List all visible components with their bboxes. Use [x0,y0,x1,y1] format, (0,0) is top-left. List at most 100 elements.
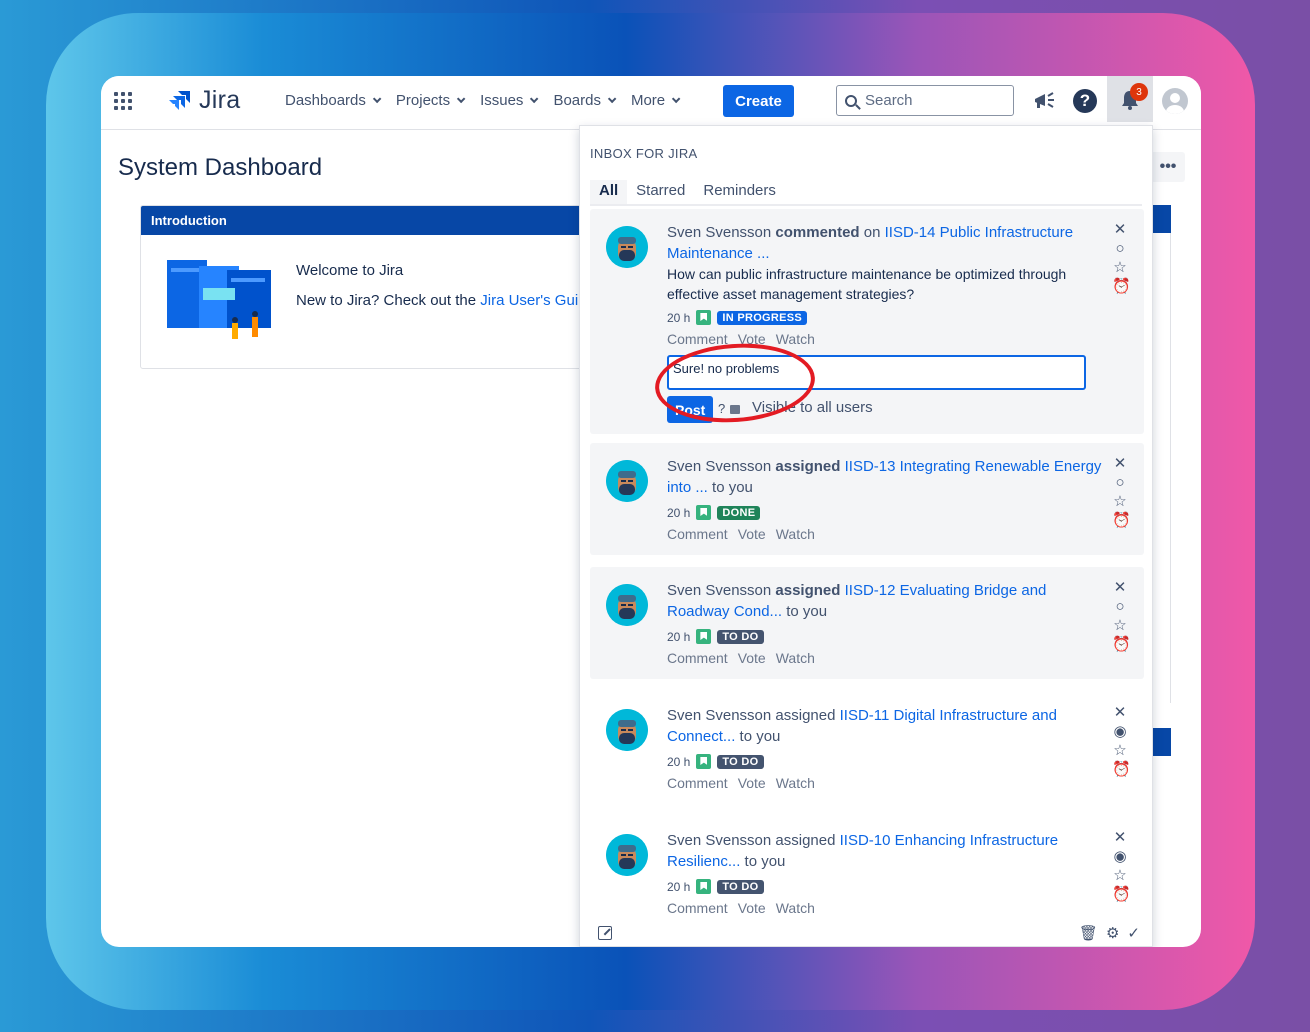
menu-projects[interactable]: Projects [396,92,466,109]
status-badge: IN PROGRESS [717,310,808,325]
status-badge: TO DO [717,754,764,769]
megaphone-icon[interactable] [1031,88,1057,114]
notification-actions: Comment Vote Watch [667,900,815,916]
watch-action[interactable]: Watch [776,331,815,347]
star-icon[interactable]: ☆ [1112,260,1128,276]
comment-action[interactable]: Comment [667,775,728,791]
actor-name: Sven Svensson [667,582,772,599]
app-name: Jira [199,86,241,114]
user-avatar[interactable] [1162,88,1188,114]
notification-verb: assigned [775,707,836,724]
star-icon[interactable]: ☆ [1112,618,1128,634]
notification-item[interactable]: Sven Svensson assigned IISD-13 Integrati… [590,443,1144,555]
star-icon[interactable]: ☆ [1112,494,1128,510]
right-gadget-header [1153,205,1171,233]
notification-side-actions: ✕ ○ ☆ ⏰ [1110,580,1131,653]
jira-logo[interactable]: Jira [167,86,240,115]
vote-action[interactable]: Vote [738,526,766,542]
welcome-illustration [167,260,271,339]
user-guide-link[interactable]: Jira User's Gui [480,292,578,309]
comment-action[interactable]: Comment [667,526,728,542]
avatar [606,226,648,268]
menu-more[interactable]: More [630,92,681,109]
star-icon[interactable]: ☆ [1112,743,1128,759]
notification-meta: 20 h TO DO [667,629,764,644]
mark-read-icon[interactable]: ○ [1112,475,1128,491]
search-input[interactable]: Search [836,85,1014,116]
gear-icon[interactable]: ⚙ [1106,924,1119,942]
right-gadget-header-2 [1153,728,1171,756]
check-circle-icon[interactable]: ✓ [1127,924,1140,942]
help-icon[interactable]: ? [1073,89,1097,113]
gadget-title: Introduction [141,206,599,235]
close-icon[interactable]: ✕ [1112,580,1128,596]
menu-issues[interactable]: Issues [480,92,539,109]
avatar [606,460,648,502]
alarm-clock-icon[interactable]: ⏰ [1112,637,1131,653]
tab-reminders[interactable]: Reminders [694,180,785,204]
watch-action[interactable]: Watch [776,650,815,666]
mark-unread-icon[interactable]: ◉ [1112,849,1128,865]
watch-action[interactable]: Watch [776,775,815,791]
notification-item[interactable]: Sven Svensson assigned IISD-11 Digital I… [590,692,1144,804]
notification-actions: Comment Vote Watch [667,526,815,542]
notifications-button[interactable] [1107,76,1153,122]
app-switcher-icon[interactable] [114,92,132,110]
alarm-clock-icon[interactable]: ⏰ [1112,762,1131,778]
notification-verb: commented [775,224,860,241]
chevron-down-icon [530,94,539,103]
vote-action[interactable]: Vote [738,775,766,791]
menu-dashboards[interactable]: Dashboards [285,92,382,109]
actor-name: Sven Svensson [667,224,772,241]
notification-side-actions: ✕ ◉ ☆ ⏰ [1110,830,1131,903]
jira-window: Jira Dashboards Projects Issues Boards M… [101,76,1201,947]
mark-unread-icon[interactable]: ◉ [1112,724,1128,740]
watch-action[interactable]: Watch [776,526,815,542]
inbox-panel: INBOX FOR JIRA All Starred Reminders Sve… [579,125,1153,947]
create-button[interactable]: Create [723,85,794,117]
mark-read-icon[interactable]: ○ [1112,599,1128,615]
notification-side-actions: ✕ ○ ☆ ⏰ [1110,456,1131,529]
dashboard-more-button[interactable]: ••• [1151,152,1185,182]
comment-action[interactable]: Comment [667,900,728,916]
alarm-clock-icon[interactable]: ⏰ [1112,279,1131,295]
menu-label: More [630,92,666,109]
top-nav: Jira Dashboards Projects Issues Boards M… [101,76,1201,130]
close-icon[interactable]: ✕ [1112,222,1128,238]
welcome-text: Welcome to Jira [296,262,404,279]
story-icon [696,629,712,644]
story-icon [696,879,712,894]
vote-action[interactable]: Vote [738,900,766,916]
star-icon[interactable]: ☆ [1112,868,1128,884]
comment-body: How can public infrastructure maintenanc… [667,266,1067,302]
menu-boards[interactable]: Boards [553,92,617,109]
notification-item[interactable]: Sven Svensson assigned IISD-12 Evaluatin… [590,567,1144,679]
tab-starred[interactable]: Starred [627,180,694,204]
time-ago: 20 h [667,629,691,644]
notification-meta: 20 h TO DO [667,879,764,894]
avatar [606,709,648,751]
close-icon[interactable]: ✕ [1112,456,1128,472]
alarm-clock-icon[interactable]: ⏰ [1112,513,1131,529]
notification-verb: assigned [775,582,841,599]
notification-text: Sven Svensson assigned IISD-12 Evaluatin… [667,580,1107,622]
story-icon [696,310,712,325]
mark-read-icon[interactable]: ○ [1112,241,1128,257]
search-icon [845,94,857,107]
open-external-icon[interactable] [598,926,612,940]
notification-actions: Comment Vote Watch [667,650,815,666]
vote-action[interactable]: Vote [738,650,766,666]
notification-actions: Comment Vote Watch [667,775,815,791]
notification-item[interactable]: Sven Svensson commented on IISD-14 Publi… [590,209,1144,434]
menu-label: Issues [480,92,524,109]
notification-item[interactable]: Sven Svensson assigned IISD-10 Enhancing… [590,817,1144,917]
close-icon[interactable]: ✕ [1112,705,1128,721]
comment-action[interactable]: Comment [667,650,728,666]
alarm-clock-icon[interactable]: ⏰ [1112,887,1131,903]
notification-text: Sven Svensson assigned IISD-13 Integrati… [667,456,1107,498]
close-icon[interactable]: ✕ [1112,830,1128,846]
tab-all[interactable]: All [590,180,628,204]
watch-action[interactable]: Watch [776,900,815,916]
trash-icon[interactable]: 🗑 [1079,924,1098,942]
actor-name: Sven Svensson [667,458,772,475]
